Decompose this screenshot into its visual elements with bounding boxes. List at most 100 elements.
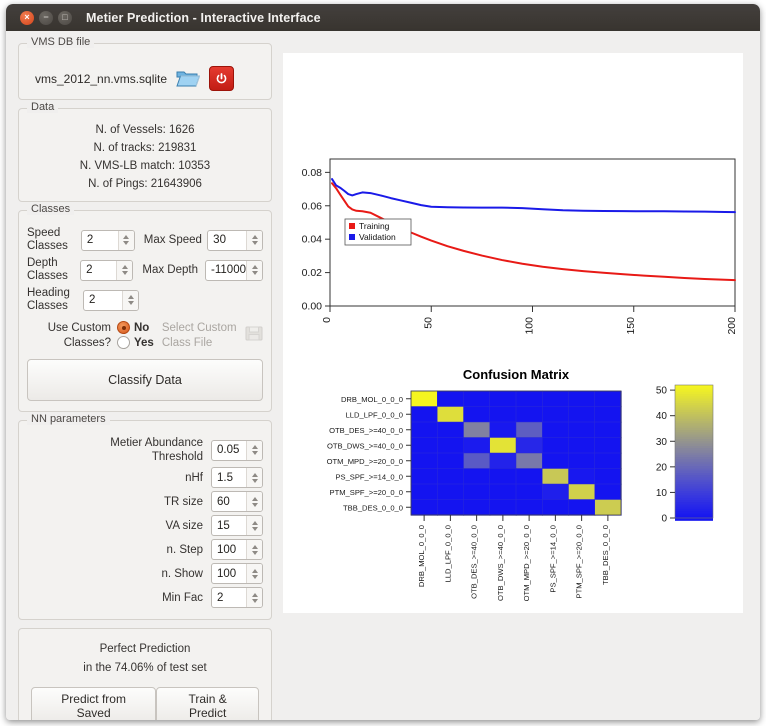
nn-stepper-va-size[interactable] (246, 516, 262, 535)
classes-legend: Classes (27, 203, 75, 215)
depth-classes-spinbox[interactable]: 2 (80, 259, 134, 281)
max-speed-label: Max Speed (143, 233, 202, 246)
application-window: × − □ Metier Prediction - Interactive In… (6, 4, 760, 720)
radio-no-indicator[interactable] (117, 321, 130, 334)
svg-text:DRB_MOL_0_0_0: DRB_MOL_0_0_0 (341, 395, 403, 404)
nn-spinbox-tr-size[interactable]: 60 (211, 491, 263, 512)
depth-classes-row: Depth Classes 2 Max Depth -11000 (27, 257, 263, 283)
nn-stepper-tr-size[interactable] (246, 492, 262, 511)
speed-classes-stepper[interactable] (117, 230, 134, 250)
nn-stepper-n-show[interactable] (246, 564, 262, 583)
radio-no-label: No (134, 321, 150, 334)
svg-text:TBB_DES_0_0_0: TBB_DES_0_0_0 (343, 503, 403, 512)
svg-text:0.00: 0.00 (302, 301, 323, 313)
svg-text:Training: Training (359, 221, 390, 231)
confusion-matrix-chart: Confusion Matrix DRB_MOL_0_0_0 LLD_LPF_0_0… (327, 367, 714, 601)
data-row-pings: N. of Pings: 21643906 (88, 178, 202, 190)
nn-spinbox-n-step[interactable]: 100 (211, 539, 263, 560)
nn-spinbox-min-fac[interactable]: 2 (211, 587, 263, 608)
max-depth-value: -11000 (211, 264, 246, 276)
svg-text:PTM_SPF_>=20_0_0: PTM_SPF_>=20_0_0 (575, 525, 584, 598)
use-custom-radio-group: No Yes (117, 321, 154, 349)
svg-text:200: 200 (726, 317, 738, 335)
window-client-area: VMS DB file vms_2012_nn.vms.sqlite Data … (6, 31, 760, 720)
nn-value-va-size: 15 (217, 519, 230, 532)
max-speed-value: 30 (213, 234, 226, 246)
close-icon[interactable]: × (20, 10, 34, 25)
vms-db-legend: VMS DB file (27, 36, 95, 48)
nn-label-n-step: n. Step (166, 543, 203, 556)
heading-classes-stepper[interactable] (122, 290, 138, 310)
depth-classes-stepper[interactable] (116, 260, 133, 280)
power-icon[interactable] (209, 66, 235, 91)
predict-from-saved-button[interactable]: Predict from Saved (31, 687, 157, 720)
nn-label-va-size: VA size (165, 519, 204, 532)
nn-label-tr-size: TR size (164, 495, 203, 508)
svg-text:Validation: Validation (359, 232, 396, 242)
nn-row-va-size: VA size 15 (27, 515, 263, 536)
svg-text:Confusion Matrix: Confusion Matrix (463, 367, 570, 382)
data-legend: Data (27, 101, 59, 113)
max-speed-stepper[interactable] (246, 230, 262, 250)
use-custom-classes-label: Use Custom Classes? (47, 322, 111, 349)
radio-yes-indicator[interactable] (117, 336, 130, 349)
data-group: Data N. of Vessels: 1626 N. of tracks: 2… (18, 101, 272, 202)
use-custom-classes-row: Use Custom Classes? No Yes Select Custom… (33, 321, 263, 351)
heading-classes-spinbox[interactable]: 2 (83, 289, 139, 311)
vms-db-group: VMS DB file vms_2012_nn.vms.sqlite (18, 36, 272, 100)
nn-stepper-threshold[interactable] (246, 440, 262, 460)
window-controls: × − □ (20, 10, 72, 25)
plot-panel: 0.00 0.02 0.04 0.06 0.08 0 50 100 150 200 Training… (283, 53, 743, 613)
svg-text:PS_SPF_>=14_0_0: PS_SPF_>=14_0_0 (335, 472, 403, 481)
perfect-prediction-line2: in the 74.06% of test set (83, 662, 207, 674)
nn-stepper-min-fac[interactable] (246, 588, 262, 607)
svg-text:0: 0 (661, 514, 667, 525)
svg-text:30: 30 (656, 437, 668, 448)
nn-spinbox-va-size[interactable]: 15 (211, 515, 263, 536)
minimize-icon[interactable]: − (39, 10, 53, 25)
svg-text:50: 50 (656, 386, 668, 397)
max-depth-label: Max Depth (142, 263, 198, 276)
radio-yes[interactable]: Yes (117, 336, 154, 349)
nn-row-nhf: nHf 1.5 (27, 467, 263, 488)
data-row-tracks: N. of tracks: 219831 (93, 142, 197, 154)
nn-parameters-legend: NN parameters (27, 413, 110, 425)
svg-text:OTB_DWS_>=40_0_0: OTB_DWS_>=40_0_0 (496, 525, 505, 601)
data-row-vmslb: N. VMS-LB match: 10353 (79, 160, 211, 172)
svg-text:OTM_MPD_>=20_0_0: OTM_MPD_>=20_0_0 (327, 457, 403, 466)
nn-value-n-show: 100 (217, 567, 237, 580)
speed-classes-label: Speed Classes (27, 227, 68, 252)
depth-classes-label: Depth Classes (27, 257, 68, 282)
svg-text:LLD_LPF_0_0_0: LLD_LPF_0_0_0 (443, 525, 452, 582)
nn-spinbox-n-show[interactable]: 100 (211, 563, 263, 584)
folder-open-icon[interactable] (175, 67, 201, 91)
perfect-prediction-line1: Perfect Prediction (99, 643, 191, 655)
max-depth-stepper[interactable] (246, 260, 262, 280)
svg-text:20: 20 (656, 462, 668, 473)
radio-no[interactable]: No (117, 321, 154, 334)
svg-text:DRB_MOL_0_0_0: DRB_MOL_0_0_0 (417, 525, 426, 587)
vms-db-file-row: vms_2012_nn.vms.sqlite (35, 66, 255, 91)
heading-classes-value: 2 (89, 294, 96, 306)
max-speed-spinbox[interactable]: 30 (207, 229, 263, 251)
nn-stepper-nhf[interactable] (246, 468, 262, 487)
max-depth-spinbox[interactable]: -11000 (205, 259, 263, 281)
speed-classes-row: Speed Classes 2 Max Speed 30 (27, 227, 263, 253)
train-and-predict-button[interactable]: Train & Predict (156, 687, 259, 720)
maximize-icon[interactable]: □ (58, 10, 72, 25)
select-custom-class-file-label: Select Custom Class File (161, 322, 237, 349)
svg-text:40: 40 (656, 411, 668, 422)
heading-classes-label: Heading Classes (27, 287, 70, 312)
heading-classes-row: Heading Classes 2 (27, 287, 263, 313)
nn-label-n-show: n. Show (161, 567, 203, 580)
nn-spinbox-threshold[interactable]: 0.05 (211, 439, 263, 461)
nn-spinbox-nhf[interactable]: 1.5 (211, 467, 263, 488)
nn-row-n-step: n. Step 100 (27, 539, 263, 560)
nn-stepper-n-step[interactable] (246, 540, 262, 559)
speed-classes-spinbox[interactable]: 2 (80, 229, 135, 251)
svg-text:50: 50 (422, 317, 434, 329)
svg-text:0.06: 0.06 (302, 200, 323, 212)
speed-classes-value: 2 (86, 234, 94, 246)
svg-text:100: 100 (524, 317, 536, 335)
classify-data-button[interactable]: Classify Data (27, 359, 263, 401)
